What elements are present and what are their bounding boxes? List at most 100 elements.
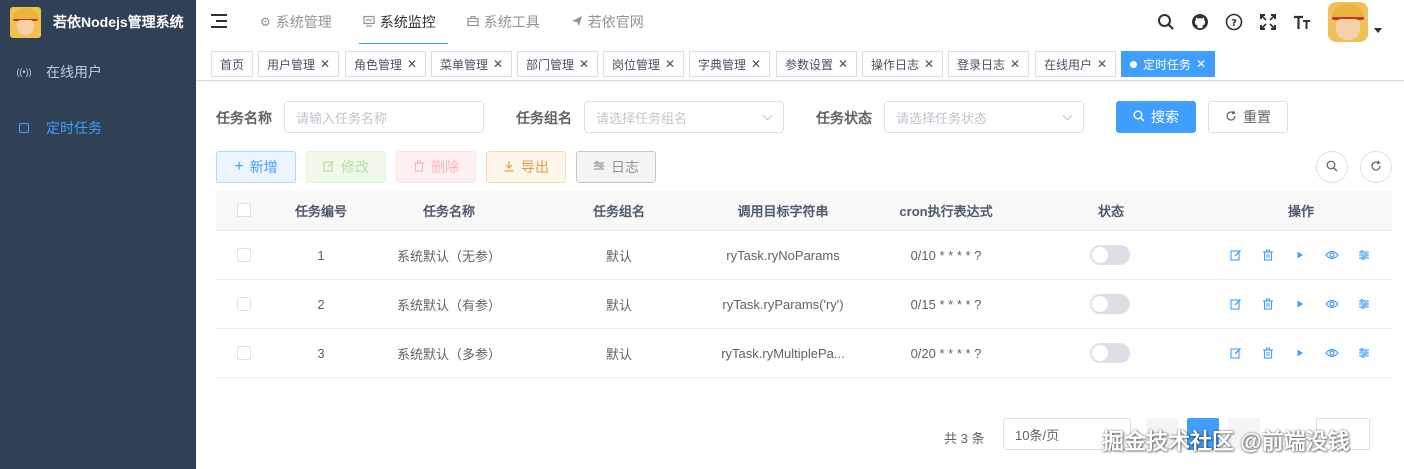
cell-job-id: 2 <box>317 296 325 312</box>
trash-icon[interactable] <box>1252 347 1284 359</box>
play-icon[interactable] <box>1284 347 1316 359</box>
edit-icon[interactable] <box>1220 249 1252 261</box>
topnav-system-monitor[interactable]: 系统监控 <box>358 0 449 45</box>
hamburger-icon[interactable] <box>211 13 229 29</box>
tag-label: 角色管理 <box>354 57 403 72</box>
topnav-system-tools[interactable]: 系统工具 <box>467 0 553 44</box>
tag-jobs[interactable]: 定时任务 ✕ <box>1121 51 1216 77</box>
export-button-label: 导出 <box>521 159 549 175</box>
toggle-search-button[interactable] <box>1316 151 1348 183</box>
view-icon[interactable] <box>1316 347 1348 359</box>
logo[interactable]: 若依Nodejs管理系统 <box>0 0 196 44</box>
search-icon[interactable] <box>1156 12 1176 32</box>
font-size-icon[interactable] <box>1292 12 1312 32</box>
close-icon[interactable]: ✕ <box>924 57 934 71</box>
tag-home[interactable]: 首页 <box>211 51 254 77</box>
tag-online-users[interactable]: 在线用户 ✕ <box>1035 51 1117 77</box>
delete-button[interactable]: 删除 <box>396 151 476 183</box>
trash-icon[interactable] <box>1252 249 1284 261</box>
close-icon[interactable]: ✕ <box>320 57 330 71</box>
job-name-label: 任务名称 <box>216 110 272 126</box>
help-icon[interactable]: ? <box>1224 12 1244 32</box>
topnav-system-manage[interactable]: ⚙ 系统管理 <box>260 0 345 44</box>
trash-icon <box>413 160 425 175</box>
tag-user-manage[interactable]: 用户管理 ✕ <box>258 51 340 77</box>
status-switch[interactable] <box>1090 245 1130 265</box>
job-icon <box>18 122 30 134</box>
close-icon[interactable]: ✕ <box>751 57 761 71</box>
search-button[interactable]: 搜索 <box>1116 101 1196 133</box>
sidebar-item-online-users[interactable]: ((•)) 在线用户 <box>0 44 196 100</box>
operation-icon[interactable] <box>1348 249 1380 261</box>
status-switch[interactable] <box>1090 343 1130 363</box>
github-icon[interactable] <box>1190 12 1210 32</box>
play-icon[interactable] <box>1284 249 1316 261</box>
status-switch[interactable] <box>1090 294 1130 314</box>
monitor-icon <box>363 15 375 30</box>
edit-icon[interactable] <box>1220 298 1252 310</box>
tag-label: 首页 <box>220 57 245 72</box>
tag-label: 参数设置 <box>785 57 834 72</box>
row-actions <box>1220 298 1380 310</box>
close-icon[interactable]: ✕ <box>1196 57 1206 71</box>
edit-button-label: 修改 <box>341 159 369 175</box>
close-icon[interactable]: ✕ <box>1097 57 1107 71</box>
log-button[interactable]: 日志 <box>576 151 656 183</box>
operation-icon <box>593 160 605 175</box>
reset-button[interactable]: 重置 <box>1208 101 1288 133</box>
select-all-checkbox[interactable] <box>237 203 251 217</box>
view-icon[interactable] <box>1316 298 1348 310</box>
tag-dept-manage[interactable]: 部门管理 ✕ <box>517 51 599 77</box>
close-icon[interactable]: ✕ <box>838 57 848 71</box>
search-button-label: 搜索 <box>1151 109 1179 125</box>
row-checkbox[interactable] <box>237 297 251 311</box>
table-row: 3 系统默认（多参） 默认 ryTask.ryMultiplePa... 0/2… <box>216 329 1392 378</box>
job-status-select[interactable]: 请选择任务状态 <box>884 101 1084 133</box>
export-button[interactable]: 导出 <box>486 151 566 183</box>
view-icon[interactable] <box>1316 249 1348 261</box>
close-icon[interactable]: ✕ <box>665 57 675 71</box>
refresh-table-button[interactable] <box>1360 151 1392 183</box>
cell-job-name: 系统默认（多参） <box>396 346 501 362</box>
edit-icon[interactable] <box>1220 347 1252 359</box>
tag-config[interactable]: 参数设置 ✕ <box>776 51 858 77</box>
job-group-select[interactable]: 请选择任务组名 <box>584 101 784 133</box>
topnav-label: 系统管理 <box>275 14 332 30</box>
chevron-down-icon <box>1062 110 1073 121</box>
trash-icon[interactable] <box>1252 298 1284 310</box>
tag-role-manage[interactable]: 角色管理 ✕ <box>345 51 427 77</box>
chevron-down-icon[interactable] <box>1374 27 1382 33</box>
tag-dict-manage[interactable]: 字典管理 ✕ <box>689 51 771 77</box>
row-checkbox[interactable] <box>237 346 251 360</box>
edit-button[interactable]: 修改 <box>306 151 386 183</box>
cell-job-id: 3 <box>317 345 325 361</box>
play-icon[interactable] <box>1284 298 1316 310</box>
row-checkbox[interactable] <box>237 248 251 262</box>
close-icon[interactable]: ✕ <box>579 57 589 71</box>
operation-icon[interactable] <box>1348 347 1380 359</box>
tag-label: 定时任务 <box>1143 57 1192 72</box>
page-size-value: 10条/页 <box>1015 427 1060 443</box>
add-button[interactable]: + 新增 <box>216 151 296 183</box>
tag-label: 用户管理 <box>267 57 316 72</box>
avatar[interactable] <box>1328 2 1368 42</box>
close-icon[interactable]: ✕ <box>407 57 417 71</box>
sidebar-item-jobs[interactable]: 定时任务 <box>0 100 196 156</box>
search-icon <box>1326 160 1338 175</box>
tag-post-manage[interactable]: 岗位管理 ✕ <box>603 51 685 77</box>
cell-invoke-target: ryTask.ryMultiplePa... <box>721 345 845 361</box>
reset-button-label: 重置 <box>1243 109 1271 125</box>
close-icon[interactable]: ✕ <box>493 57 503 71</box>
close-icon[interactable]: ✕ <box>1010 57 1020 71</box>
add-button-label: 新增 <box>249 159 278 175</box>
job-name-input[interactable]: 请输入任务名称 <box>284 101 484 133</box>
topnav-official-site[interactable]: 若依官网 <box>571 0 657 44</box>
right-tools: ? <box>1156 0 1404 44</box>
tag-oper-log[interactable]: 操作日志 ✕ <box>862 51 944 77</box>
header-invoke-target: 调用目标字符串 <box>737 203 829 219</box>
fullscreen-icon[interactable] <box>1258 12 1278 32</box>
tag-login-log[interactable]: 登录日志 ✕ <box>948 51 1030 77</box>
operation-icon[interactable] <box>1348 298 1380 310</box>
tag-label: 字典管理 <box>698 57 747 72</box>
tag-menu-manage[interactable]: 菜单管理 ✕ <box>431 51 513 77</box>
